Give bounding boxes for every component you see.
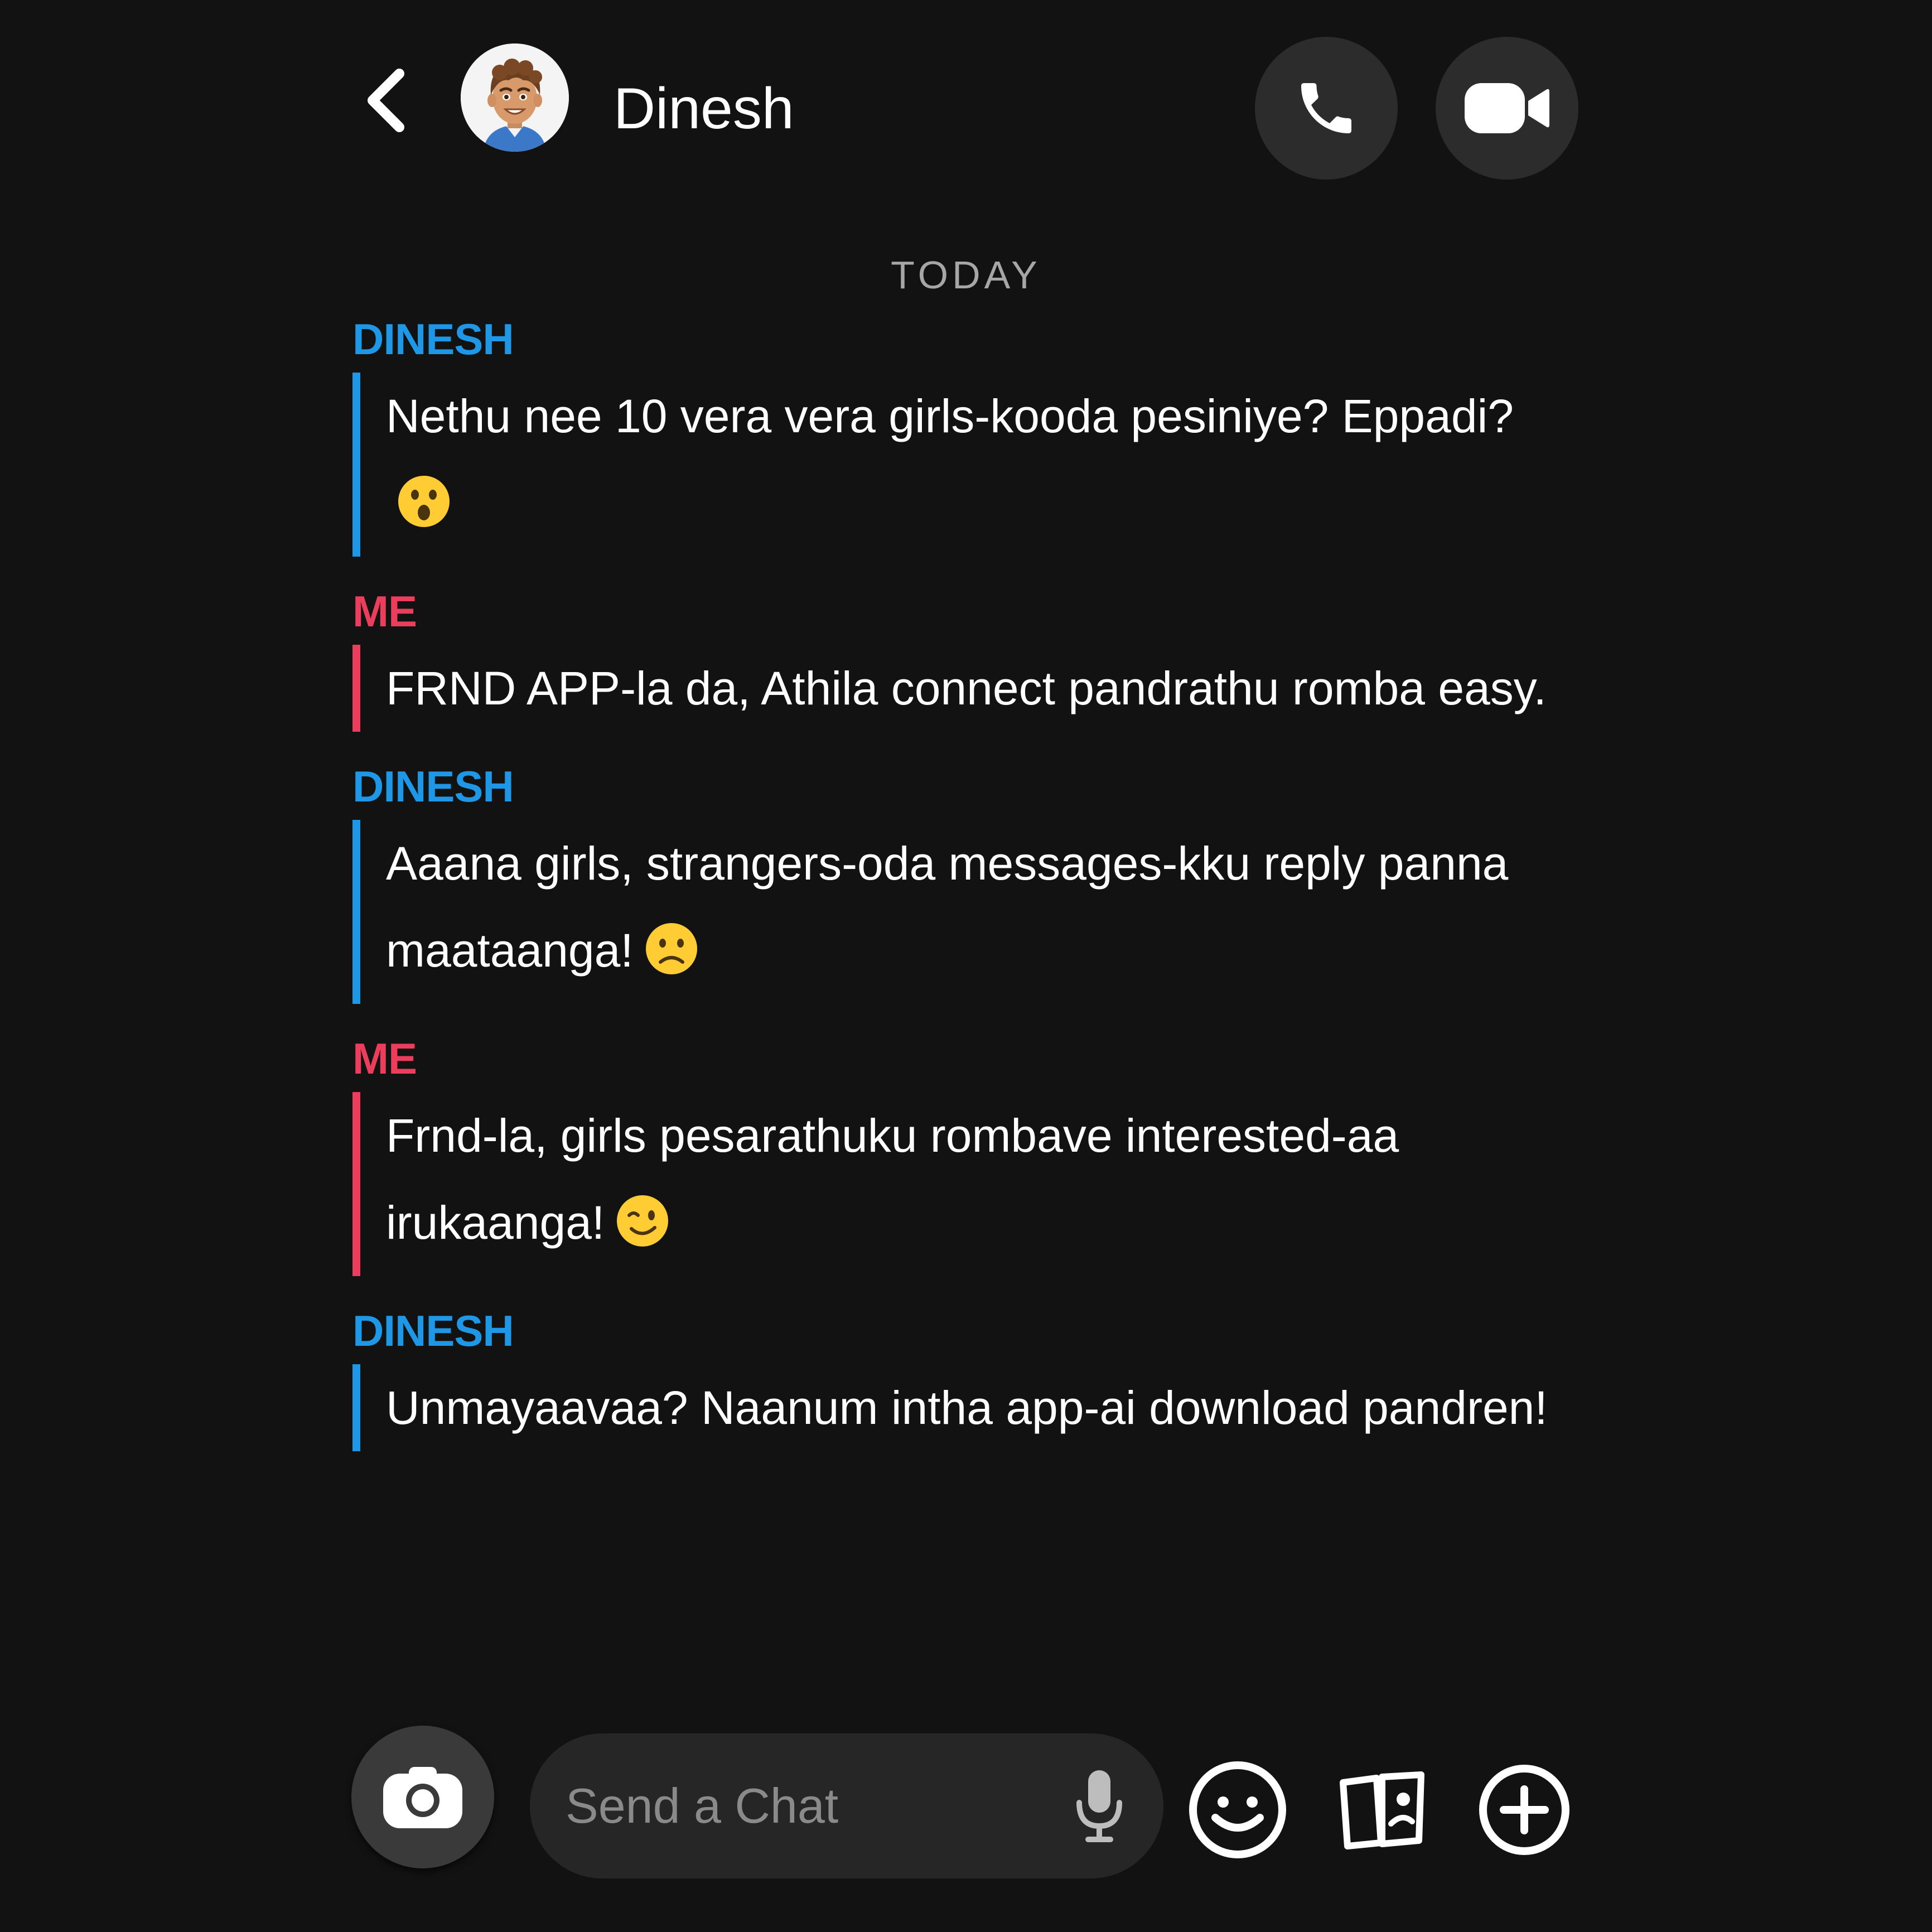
contact-name[interactable]: Dinesh	[614, 73, 794, 145]
back-button[interactable]	[357, 61, 418, 139]
message-group: ME Frnd-la, girls pesarathuku rombave in…	[352, 1031, 1580, 1276]
plus-circle-icon	[1479, 1765, 1569, 1855]
chat-input[interactable]	[566, 1767, 1023, 1845]
microphone-icon	[1076, 1770, 1122, 1842]
date-separator: TODAY	[891, 253, 1041, 297]
video-call-button[interactable]	[1436, 37, 1578, 180]
phone-icon	[1301, 83, 1351, 133]
voice-call-button[interactable]	[1255, 37, 1398, 180]
astonished-face-emoji-icon	[396, 470, 452, 557]
message-text: Aaana girls, strangers-oda messages-kku …	[386, 837, 1509, 977]
bitmoji-avatar-icon	[461, 44, 569, 152]
stickers-cards-icon	[1340, 1771, 1424, 1849]
slightly-frowning-face-emoji-icon	[644, 917, 699, 1004]
video-camera-icon	[1465, 83, 1549, 133]
chat-input-container	[530, 1733, 1163, 1878]
emoji-button[interactable]	[1185, 1757, 1291, 1863]
avatar[interactable]	[461, 44, 569, 152]
message-list: DINESH Nethu nee 10 vera vera girls-kood…	[352, 311, 1580, 1478]
message-bubble[interactable]: Aaana girls, strangers-oda messages-kku …	[352, 820, 1563, 1004]
sender-label: ME	[352, 587, 417, 636]
sender-label: DINESH	[352, 315, 514, 364]
stickers-button[interactable]	[1330, 1757, 1436, 1863]
message-group: DINESH Unmayaavaa? Naanum intha app-ai d…	[352, 1303, 1580, 1451]
message-bubble[interactable]: Unmayaavaa? Naanum intha app-ai download…	[352, 1364, 1563, 1451]
microphone-button[interactable]	[1069, 1767, 1130, 1845]
winking-face-emoji-icon	[615, 1189, 670, 1276]
more-options-button[interactable]	[1471, 1757, 1577, 1863]
camera-icon	[383, 1767, 462, 1828]
message-bubble[interactable]: Frnd-la, girls pesarathuku rombave inter…	[352, 1092, 1563, 1276]
chevron-left-icon	[368, 69, 404, 132]
camera-button[interactable]	[351, 1726, 494, 1868]
sender-label: DINESH	[352, 762, 514, 811]
message-bubble[interactable]: FRND APP-la da, Athila connect pandrathu…	[352, 645, 1563, 732]
sender-label: DINESH	[352, 1306, 514, 1355]
message-text: FRND APP-la da, Athila connect pandrathu…	[386, 662, 1547, 714]
smiley-icon	[1189, 1761, 1286, 1858]
message-bubble[interactable]: Nethu nee 10 vera vera girls-kooda pesin…	[352, 373, 1563, 557]
message-group: DINESH Aaana girls, strangers-oda messag…	[352, 759, 1580, 1004]
message-group: DINESH Nethu nee 10 vera vera girls-kood…	[352, 311, 1580, 557]
sender-label: ME	[352, 1034, 417, 1083]
message-group: ME FRND APP-la da, Athila connect pandra…	[352, 583, 1580, 732]
message-text: Nethu nee 10 vera vera girls-kooda pesin…	[386, 390, 1514, 442]
message-text: Frnd-la, girls pesarathuku rombave inter…	[386, 1109, 1399, 1249]
message-text: Unmayaavaa? Naanum intha app-ai download…	[386, 1382, 1548, 1434]
